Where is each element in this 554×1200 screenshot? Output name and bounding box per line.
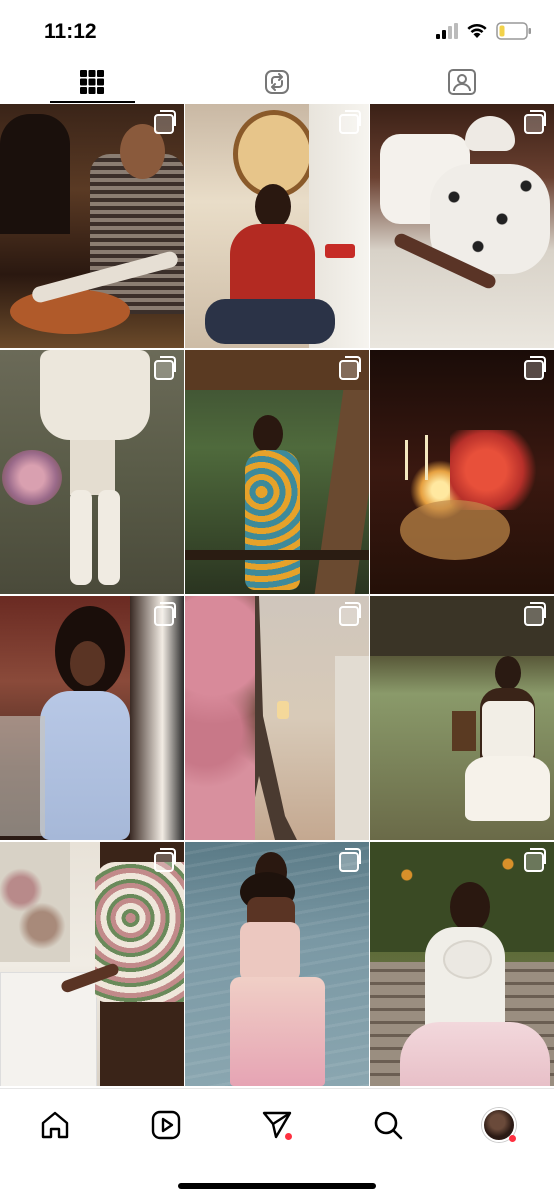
home-icon [42, 1111, 69, 1139]
carousel-icon [339, 848, 361, 872]
post-photo [370, 350, 554, 594]
post-tile[interactable] [0, 104, 184, 348]
post-photo [185, 104, 369, 348]
carousel-icon [524, 848, 546, 872]
search-icon [374, 1111, 403, 1140]
carousel-icon [154, 110, 176, 134]
status-time: 11:12 [44, 20, 97, 43]
post-tile[interactable] [185, 596, 369, 840]
carousel-icon [524, 110, 546, 134]
bottom-navigation [0, 1088, 554, 1161]
post-tile[interactable] [0, 596, 184, 840]
active-tab-indicator [50, 101, 135, 103]
post-tile[interactable] [370, 350, 554, 594]
search-button[interactable] [358, 1095, 418, 1155]
post-photo [370, 842, 554, 1086]
post-photo [0, 104, 184, 348]
status-bar: 11:12 [0, 0, 554, 60]
post-photo [0, 350, 184, 594]
post-grid [0, 104, 554, 1088]
post-tile[interactable] [0, 350, 184, 594]
post-photo [185, 842, 369, 1086]
profile-notification-badge [508, 1135, 516, 1142]
carousel-icon [339, 110, 361, 134]
wifi-icon [467, 23, 487, 38]
carousel-icon [154, 602, 176, 626]
post-photo [0, 842, 184, 1086]
reels-icon [151, 1110, 181, 1140]
carousel-icon [154, 356, 176, 380]
carousel-icon [339, 602, 361, 626]
home-button[interactable] [25, 1095, 85, 1155]
tagged-person-icon [447, 69, 476, 95]
post-tile[interactable] [370, 842, 554, 1086]
post-tile[interactable] [185, 104, 369, 348]
reels-button[interactable] [136, 1095, 196, 1155]
carousel-icon [524, 356, 546, 380]
post-tile[interactable] [0, 842, 184, 1086]
home-indicator[interactable] [178, 1183, 376, 1189]
post-photo [370, 596, 554, 840]
battery-low-icon [496, 22, 531, 40]
carousel-icon [339, 356, 361, 380]
carousel-icon [524, 602, 546, 626]
post-photo [185, 350, 369, 594]
messages-button[interactable] [247, 1095, 307, 1155]
grid-tab[interactable] [0, 60, 185, 104]
post-tile[interactable] [185, 350, 369, 594]
post-photo [0, 596, 184, 840]
reposts-tab[interactable] [185, 60, 370, 104]
cellular-signal-icon [436, 23, 458, 39]
profile-button[interactable] [469, 1095, 529, 1155]
profile-tabs [0, 60, 554, 104]
post-tile[interactable] [370, 596, 554, 840]
post-photo [370, 104, 554, 348]
tagged-tab[interactable] [369, 60, 554, 104]
status-icons [436, 22, 532, 40]
post-tile[interactable] [370, 104, 554, 348]
grid-icon [80, 70, 105, 94]
messages-notification-badge [284, 1133, 292, 1140]
carousel-icon [154, 848, 176, 872]
post-tile[interactable] [185, 842, 369, 1086]
post-photo [185, 596, 369, 840]
repost-icon [265, 70, 289, 94]
